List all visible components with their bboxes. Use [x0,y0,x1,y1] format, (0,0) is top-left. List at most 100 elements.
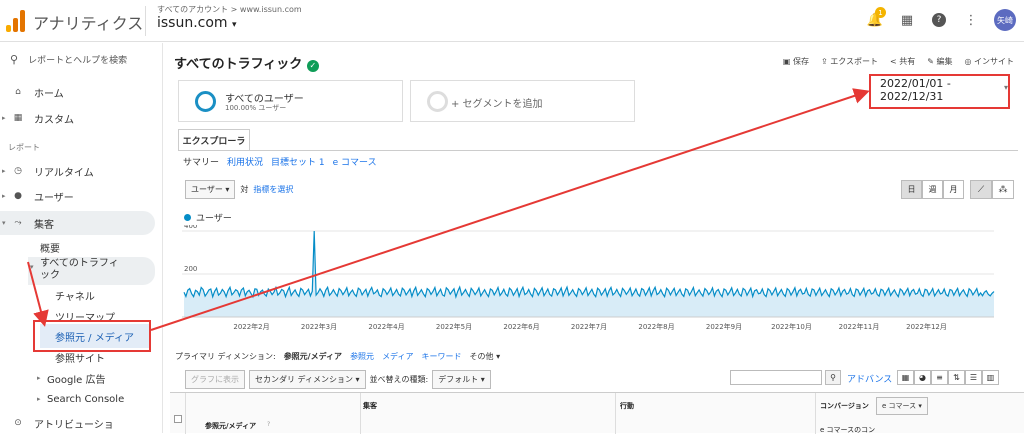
chevron-down-icon: ▾ [480,375,485,384]
users-line-chart: 200 400 2022年2月 2022年3月 2022年4月 2022年5月 2022年6… [182,225,995,331]
dim-source-medium[interactable]: 参照元/メディア [284,351,342,362]
data-table-icon[interactable]: ▦ [897,370,914,385]
primary-dimension-label: プライマリ ディメンション: [175,352,276,361]
line-chart-icon[interactable]: ⟋ [970,180,992,199]
sidebar-item-search-console[interactable]: ▸ Search Console [35,387,155,411]
attribution-icon: ⊙ [14,418,22,428]
week-button[interactable]: 週 [922,180,943,199]
search-icon[interactable]: ⚲ [825,370,841,385]
help-icon[interactable]: ? [930,11,948,29]
sidebar-item-attribution[interactable]: ⊙ アトリビューショ [0,411,160,435]
sort-type-dropdown[interactable]: デフォルト ▾ [432,370,491,389]
sidebar-item-overview[interactable]: 概要 [40,235,150,259]
choose-metric-link[interactable]: 指標を選択 [253,184,293,195]
secondary-dimension-dropdown[interactable]: セカンダリ ディメンション ▾ [249,370,366,389]
person-icon: ● [14,191,22,201]
data-table-header: 参照元/メディア ? 集客 行動 コンバージョン e コマース ▾ e コマース… [170,392,1024,435]
tab-explorer[interactable]: エクスプローラ [178,129,250,151]
subtab-site-usage[interactable]: 利用状況 [227,155,263,168]
select-all-checkbox[interactable] [174,415,182,423]
subtab-goal-set-1[interactable]: 目標セット 1 [271,155,325,168]
acquisition-icon: ⤳ [14,218,22,228]
sidebar-item-acquisition[interactable]: ▾ ⤳ 集客 [0,211,155,235]
sidebar-item-realtime[interactable]: ▸ ◷ リアルタイム [0,159,160,183]
motion-chart-icon[interactable]: ⁂ [992,180,1014,199]
subtab-ecommerce[interactable]: e コマース [333,155,377,168]
dim-source[interactable]: 参照元 [350,351,374,362]
sidebar-item-audience[interactable]: ▸ ● ユーザー [0,184,160,208]
export-button[interactable]: ⇪ エクスポート [821,56,878,67]
more-vert-icon[interactable]: ⋮ [962,11,980,29]
breadcrumb[interactable]: すべてのアカウント > www.issun.com [157,4,302,15]
header-actions: 🔔 1 ▦ ? ⋮ 矢崎 [866,7,1016,31]
metric-controls: ユーザー ▾ 対 指標を選択 [185,180,293,199]
month-button[interactable]: 月 [943,180,964,199]
notifications-button[interactable]: 🔔 1 [866,7,886,29]
performance-view-icon[interactable]: ≡ [931,370,948,385]
avatar[interactable]: 矢崎 [994,9,1016,31]
analytics-logo[interactable] [6,10,26,32]
sort-value: デフォルト [438,375,479,384]
x-tick-label: 2022年9月 [706,322,742,331]
apps-grid-icon[interactable]: ▦ [898,11,916,29]
home-icon: ⌂ [15,87,21,97]
dim-other[interactable]: その他 ▾ [470,351,501,362]
metric-dropdown[interactable]: ユーザー ▾ [185,180,236,199]
primary-dimension-bar: プライマリ ディメンション: 参照元/メディア 参照元 メディア キーワード そ… [175,351,500,362]
sidebar-search-label: レポートとヘルプを検索 [28,56,128,66]
sidebar-item-label: カスタム [34,114,74,126]
chevron-down-icon: ▾ [496,352,501,361]
share-button[interactable]: < 共有 [890,56,915,67]
caret-down-icon: ▾ [30,263,34,271]
conversion-type-dropdown[interactable]: e コマース ▾ [876,397,928,415]
sidebar-item-all-traffic[interactable]: ▾ すべてのトラフィ ック [28,257,155,285]
pivot-view-icon[interactable]: ▥ [982,370,999,385]
advanced-filter-link[interactable]: アドバンス [847,372,892,385]
day-button[interactable]: 日 [901,180,922,199]
property-selector[interactable]: issun.com ▾ [157,15,237,31]
notification-badge: 1 [875,7,886,18]
conversion-type-label: e コマース [882,402,917,410]
plot-rows-button[interactable]: グラフに表示 [185,370,245,389]
edit-label: 編集 [936,57,953,66]
caret-right-icon: ▸ [37,395,41,403]
pencil-icon: ✎ [927,57,934,66]
x-tick-label: 2022年7月 [571,322,607,331]
page-title-text: すべてのトラフィック [174,57,303,72]
insights-button[interactable]: ◎ インサイト [964,56,1014,67]
col-source-medium[interactable]: 参照元/メディア [205,421,256,431]
share-label: 共有 [899,57,916,66]
caret-down-icon: ▾ [2,219,6,227]
subtab-summary[interactable]: サマリー [183,155,219,168]
sidebar-item-home[interactable]: ⌂ ホーム [0,80,160,104]
dim-medium[interactable]: メディア [382,351,413,362]
x-tick-label: 2022年12月 [906,322,947,331]
secondary-label: セカンダリ ディメンション [255,375,353,384]
pie-view-icon[interactable]: ◕ [914,370,931,385]
add-segment-button[interactable]: + セグメントを追加 [410,80,635,122]
edit-button[interactable]: ✎ 編集 [927,56,952,67]
app-name: アナリティクス [33,14,144,33]
comparison-view-icon[interactable]: ⇅ [948,370,965,385]
caret-right-icon: ▸ [2,192,6,200]
table-search-input[interactable] [730,370,822,385]
sidebar-search[interactable]: ⚲ レポートとヘルプを検索 [10,53,127,66]
save-button[interactable]: ▣ 保存 [783,56,809,67]
dim-keyword[interactable]: キーワード [422,351,462,362]
sidebar-item-custom[interactable]: ▸ ▦ カスタム [0,106,160,130]
sidebar-item-label: 集客 [34,219,54,231]
dashboard-icon: ▦ [13,113,23,123]
x-tick-label: 2022年5月 [436,322,472,331]
term-cloud-icon[interactable]: ☰ [965,370,982,385]
chevron-down-icon: ▾ [225,185,230,194]
x-tick-label: 2022年6月 [503,322,539,331]
sidebar-item-label: リアルタイム [34,167,94,179]
chevron-down-icon: ▾ [232,20,237,30]
x-tick-label: 2022年11月 [839,322,880,331]
info-icon[interactable]: ? [267,421,270,428]
property-name: issun.com [157,15,228,31]
metric-label: ユーザー [191,185,223,194]
col-ecom-rate[interactable]: e コマースのコン [820,425,875,435]
segment-all-users[interactable]: すべてのユーザー 100.00% ユーザー [178,80,403,122]
share-icon: < [889,57,897,66]
